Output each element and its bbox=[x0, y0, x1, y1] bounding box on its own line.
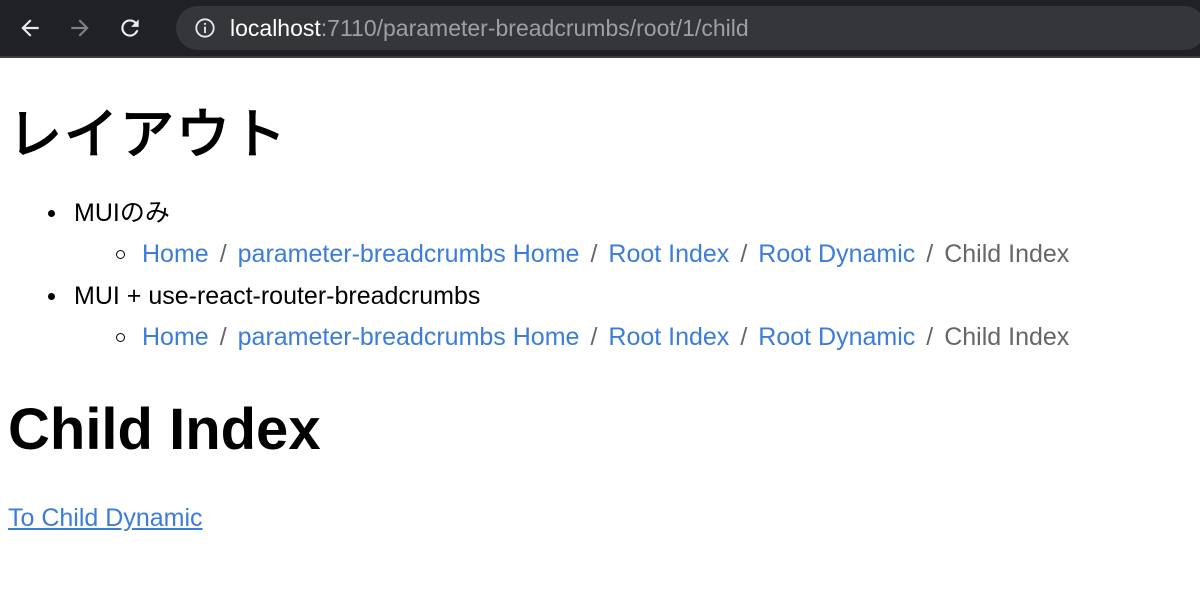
breadcrumb-link-root-dynamic[interactable]: Root Dynamic bbox=[758, 240, 915, 268]
breadcrumb-link-root-dynamic[interactable]: Root Dynamic bbox=[758, 323, 915, 351]
breadcrumb: Home / parameter-breadcrumbs Home / Root Ind… bbox=[74, 234, 1200, 275]
breadcrumb-separator: / bbox=[590, 323, 598, 351]
arrow-right-icon bbox=[71, 19, 89, 37]
breadcrumb-separator: / bbox=[926, 240, 934, 268]
arrow-left-icon bbox=[21, 19, 39, 37]
url-host: localhost bbox=[230, 14, 321, 41]
breadcrumb-link-root-index[interactable]: Root Index bbox=[608, 240, 729, 268]
to-child-dynamic-link[interactable]: To Child Dynamic bbox=[8, 504, 203, 533]
breadcrumb-link-root-index[interactable]: Root Index bbox=[608, 323, 729, 351]
back-button[interactable] bbox=[10, 8, 50, 48]
breadcrumb-current: Child Index bbox=[944, 323, 1070, 351]
layout-list: MUIのみ Home / parameter-breadcrumbs Home / Ro… bbox=[8, 192, 1200, 358]
section-label: MUIのみ bbox=[74, 199, 170, 227]
browser-toolbar: localhost:7110/parameter-breadcrumbs/roo… bbox=[0, 0, 1200, 58]
breadcrumb: Home / parameter-breadcrumbs Home / Root Ind… bbox=[74, 317, 1200, 358]
reload-button[interactable] bbox=[110, 8, 150, 48]
breadcrumb-separator: / bbox=[219, 240, 227, 268]
info-icon[interactable] bbox=[194, 17, 216, 39]
address-bar[interactable]: localhost:7110/parameter-breadcrumbs/roo… bbox=[176, 6, 1200, 50]
breadcrumb-separator: / bbox=[740, 240, 748, 268]
list-item: MUI + use-react-router-breadcrumbs Home /… bbox=[8, 275, 1200, 358]
breadcrumb-separator: / bbox=[740, 323, 748, 351]
breadcrumb-link-home[interactable]: Home bbox=[142, 323, 209, 351]
reload-icon bbox=[121, 19, 139, 37]
breadcrumb-separator: / bbox=[926, 323, 934, 351]
breadcrumb-link-parameter-breadcrumbs-home[interactable]: parameter-breadcrumbs Home bbox=[238, 240, 580, 268]
url-path: :7110/parameter-breadcrumbs/root/1/child bbox=[320, 14, 749, 41]
list-item: MUIのみ Home / parameter-breadcrumbs Home / Ro… bbox=[8, 192, 1200, 275]
page-content: レイアウト MUIのみ Home / parameter-breadcrumbs H… bbox=[0, 102, 1200, 533]
breadcrumb-current: Child Index bbox=[944, 240, 1070, 268]
breadcrumb-separator: / bbox=[219, 323, 227, 351]
forward-button[interactable] bbox=[60, 8, 100, 48]
breadcrumb-link-parameter-breadcrumbs-home[interactable]: parameter-breadcrumbs Home bbox=[238, 323, 580, 351]
page-title: Child Index bbox=[8, 397, 321, 462]
breadcrumb-separator: / bbox=[590, 240, 598, 268]
layout-heading: レイアウト bbox=[8, 105, 288, 165]
breadcrumb-link-home[interactable]: Home bbox=[142, 240, 209, 268]
url-text: localhost:7110/parameter-breadcrumbs/roo… bbox=[230, 15, 749, 42]
section-label: MUI + use-react-router-breadcrumbs bbox=[74, 282, 481, 310]
